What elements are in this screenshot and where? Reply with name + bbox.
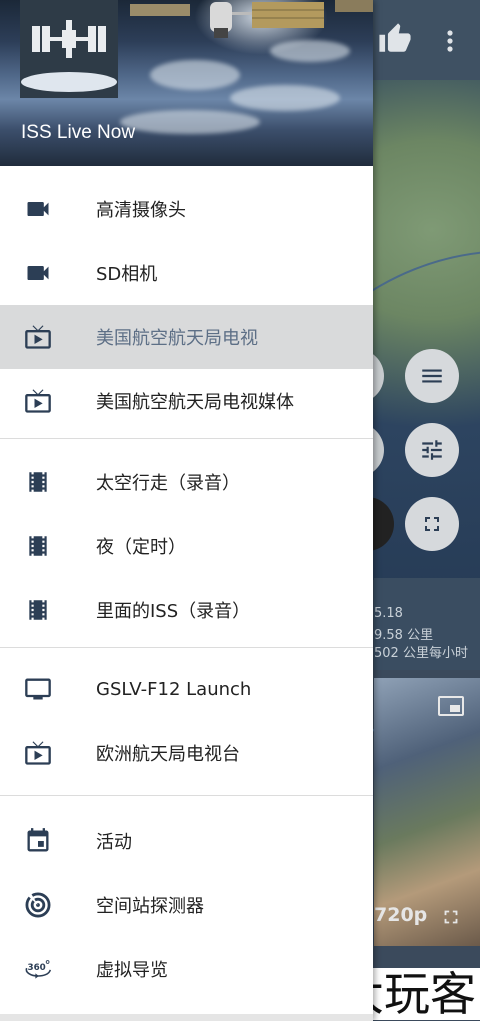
film-strip-icon xyxy=(24,468,52,496)
menu-item-station-detector[interactable]: 空间站探测器 xyxy=(0,873,373,937)
menu-item-nasa-tv-media[interactable]: 美国航空航天局电视媒体 xyxy=(0,369,373,433)
thumbs-up-icon[interactable] xyxy=(378,22,412,56)
menu-item-label: SD相机 xyxy=(96,264,158,285)
menu-item-inside-iss[interactable]: 里面的ISS（录音） xyxy=(0,578,373,642)
navigation-drawer: ISS Live Now 高清摄像头 SD相机 美国航空航天局电视 美国航空航天… xyxy=(0,0,373,1021)
film-strip-icon xyxy=(24,596,52,624)
menu-item-label: 高清摄像头 xyxy=(96,200,186,221)
live-tv-icon xyxy=(24,739,52,767)
app-title: ISS Live Now xyxy=(21,122,136,143)
video-player[interactable]: 720p xyxy=(374,678,480,946)
bottom-strip xyxy=(0,1014,373,1021)
svg-text:360: 360 xyxy=(28,963,46,973)
divider xyxy=(0,438,373,439)
360-view-icon: 360 xyxy=(24,955,52,983)
menu-item-nasa-tv[interactable]: 美国航空航天局电视 xyxy=(0,305,373,369)
drawer-header: ISS Live Now xyxy=(0,0,373,166)
calendar-event-icon xyxy=(24,827,52,855)
film-strip-icon xyxy=(24,532,52,560)
fullscreen-icon xyxy=(425,517,439,531)
menu-item-virtual-tour[interactable]: 360 虚拟导览 xyxy=(0,937,373,1001)
fullscreen-fab[interactable] xyxy=(405,497,459,551)
menu-item-label: 美国航空航天局电视 xyxy=(96,328,258,349)
menu-item-label: 太空行走（录音） xyxy=(96,473,240,494)
menu-item-label: 美国航空航天局电视媒体 xyxy=(96,392,294,413)
menu-item-esa-tv[interactable]: 欧洲航天局电视台 xyxy=(0,721,373,785)
menu-item-label: GSLV-F12 Launch xyxy=(96,678,252,700)
info-line-3: 502 公里每小时 xyxy=(374,646,468,661)
menu-item-label: 虚拟导览 xyxy=(96,960,168,981)
menu-fab[interactable] xyxy=(405,349,459,403)
menu-item-label: 夜（定时） xyxy=(96,537,186,558)
iss-logo-icon xyxy=(20,0,118,98)
menu-item-night[interactable]: 夜（定时） xyxy=(0,514,373,578)
picture-in-picture-icon[interactable] xyxy=(438,696,464,716)
menu-item-sd-camera[interactable]: SD相机 xyxy=(0,241,373,305)
tune-fab[interactable] xyxy=(405,423,459,477)
fullscreen-icon[interactable] xyxy=(440,906,462,928)
menu-item-events[interactable]: 活动 xyxy=(0,809,373,873)
resolution-label[interactable]: 720p xyxy=(374,904,427,926)
menu-item-gslv-launch[interactable]: GSLV-F12 Launch xyxy=(0,657,373,721)
menu-item-label: 活动 xyxy=(96,832,132,853)
iss-info-panel: 5.18 9.58 公里 502 公里每小时 xyxy=(374,578,480,670)
more-vert-icon[interactable] xyxy=(440,26,460,56)
menu-icon xyxy=(422,369,442,383)
info-line-2: 9.58 公里 xyxy=(374,628,434,643)
info-line-1: 5.18 xyxy=(374,606,403,621)
divider xyxy=(0,647,373,648)
radar-icon xyxy=(24,891,52,919)
video-camera-icon xyxy=(24,195,52,223)
live-tv-icon xyxy=(24,387,52,415)
menu-item-label: 空间站探测器 xyxy=(96,896,204,917)
live-tv-icon xyxy=(24,323,52,351)
divider xyxy=(0,795,373,796)
app-logo xyxy=(20,0,118,98)
monitor-icon xyxy=(24,675,52,703)
menu-item-hd-camera[interactable]: 高清摄像头 xyxy=(0,177,373,241)
video-camera-icon xyxy=(24,259,52,287)
drawer-menu: 高清摄像头 SD相机 美国航空航天局电视 美国航空航天局电视媒体 太空行走（录音… xyxy=(0,166,373,1001)
menu-item-spacewalk[interactable]: 太空行走（录音） xyxy=(0,450,373,514)
tune-icon xyxy=(422,440,442,460)
space-station-image xyxy=(130,0,373,38)
menu-item-label: 欧洲航天局电视台 xyxy=(96,744,240,765)
menu-item-label: 里面的ISS（录音） xyxy=(96,601,251,622)
